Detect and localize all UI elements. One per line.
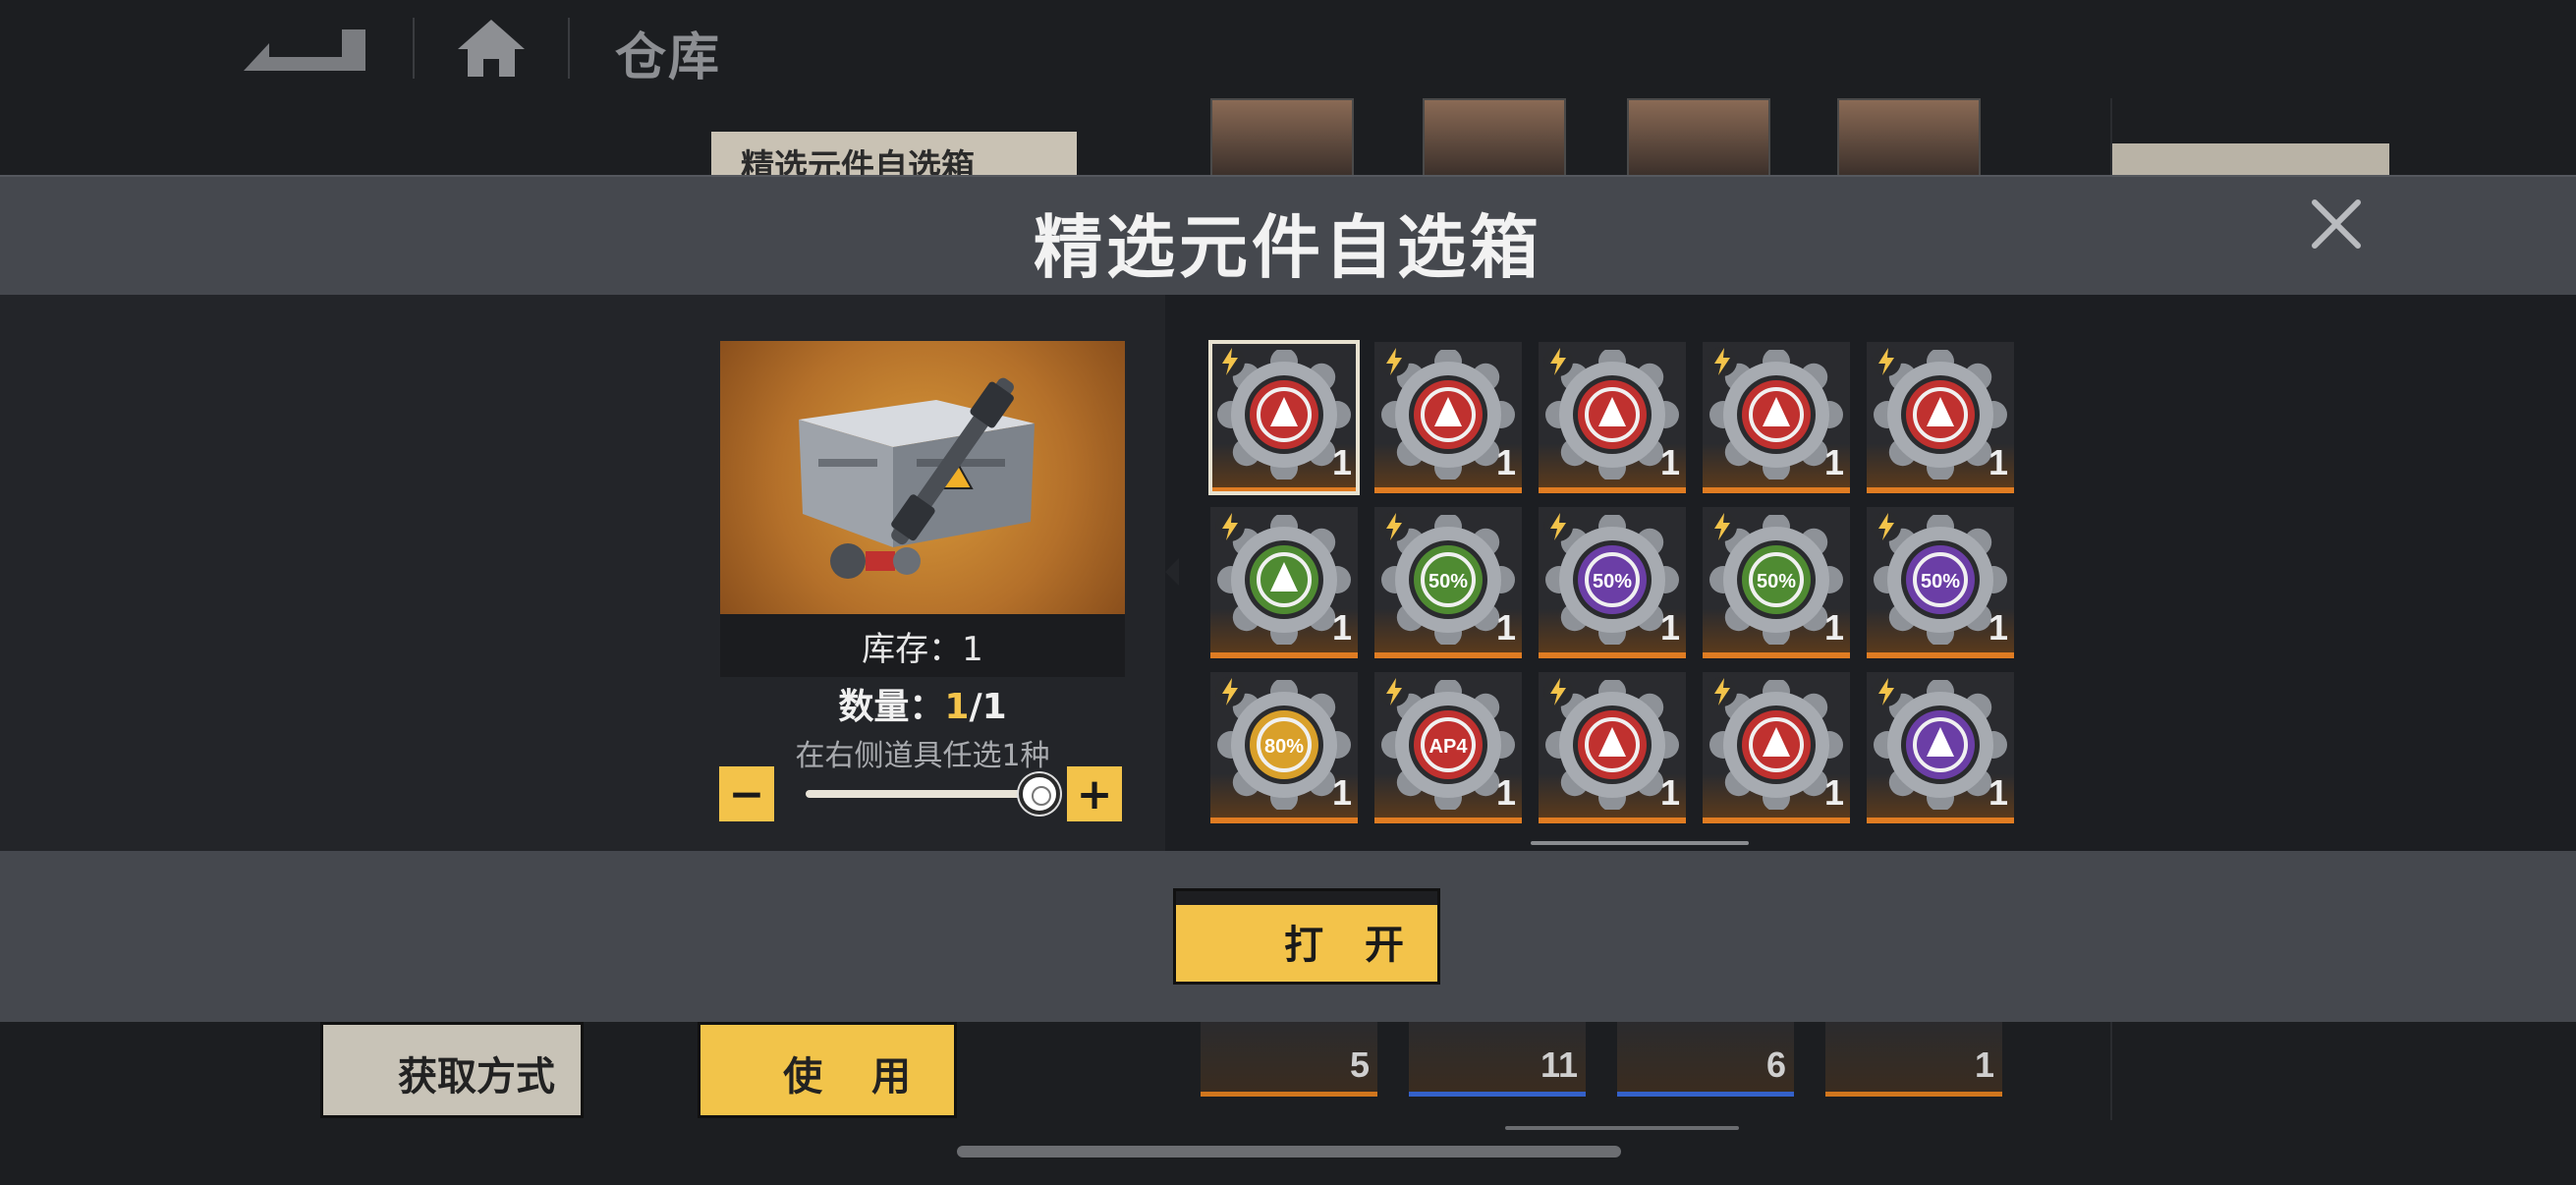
item-count: 1 xyxy=(1331,772,1352,813)
open-button[interactable]: 打 开 xyxy=(1173,888,1440,985)
item-count: 1 xyxy=(1495,772,1516,813)
lightning-icon xyxy=(1543,677,1573,706)
item-count: 1 xyxy=(1823,772,1844,813)
background-detail-panel xyxy=(2112,143,2389,177)
slider-handle[interactable] xyxy=(1019,773,1060,815)
lightning-icon xyxy=(1215,347,1245,376)
quantity-slider[interactable] xyxy=(806,790,1039,798)
get-method-button[interactable]: 获取方式 xyxy=(320,1022,584,1118)
item-slot[interactable]: 1 xyxy=(1539,672,1686,823)
scroll-indicator xyxy=(1531,841,1749,845)
item-slot[interactable]: 1 xyxy=(1867,672,2014,823)
background-character-card xyxy=(1210,98,1354,179)
background-item-slot[interactable]: 5 xyxy=(1201,1018,1377,1097)
open-button-label: 打 开 xyxy=(1284,923,1418,968)
divider xyxy=(413,18,415,79)
lightning-icon xyxy=(1543,512,1573,541)
item-slot[interactable]: 1 xyxy=(1539,342,1686,493)
lightning-icon xyxy=(1215,512,1245,541)
modal-title: 精选元件自选箱 xyxy=(1034,207,1542,288)
lightning-icon xyxy=(1872,677,1901,706)
item-count: 1 xyxy=(1331,442,1352,482)
lightning-icon xyxy=(1379,347,1409,376)
background-item-slot[interactable]: 11 xyxy=(1409,1018,1586,1097)
quantity-label: 数量： xyxy=(838,687,945,727)
module-label: 80% xyxy=(1264,736,1304,758)
lightning-icon xyxy=(1872,347,1901,376)
quantity-total: /1 xyxy=(969,687,1007,727)
lightning-icon xyxy=(1379,677,1409,706)
scroll-indicator xyxy=(1505,1126,1739,1130)
item-slot[interactable]: 1 xyxy=(1208,340,1360,495)
button-tag-strip xyxy=(1176,891,1437,905)
background-character-card xyxy=(1423,98,1566,179)
decrease-button[interactable]: − xyxy=(719,766,774,821)
back-arrow-icon[interactable] xyxy=(234,18,373,79)
item-count: 1 xyxy=(1495,442,1516,482)
item-slot[interactable]: 1 xyxy=(1210,507,1358,658)
item-count: 1 xyxy=(1823,442,1844,482)
background-character-card xyxy=(1837,98,1981,179)
item-slot[interactable]: 50% 1 xyxy=(1867,507,2014,658)
background-item-slot[interactable]: 1 xyxy=(1825,1018,2002,1097)
item-slot[interactable]: 1 xyxy=(1374,342,1522,493)
item-slot[interactable]: 1 xyxy=(1867,342,2014,493)
item-count: 1 xyxy=(1823,607,1844,648)
top-bar: 仓库 xyxy=(0,0,2576,98)
selection-hint: 在右侧道具任选1种 xyxy=(795,739,1050,773)
item-count: 1 xyxy=(1659,772,1680,813)
item-count: 1 xyxy=(1659,607,1680,648)
item-count: 1 xyxy=(1988,442,2008,482)
module-label: AP4 xyxy=(1429,736,1469,758)
background-item-slot[interactable]: 6 xyxy=(1617,1018,1794,1097)
increase-button[interactable]: + xyxy=(1067,766,1122,821)
divider xyxy=(568,18,570,79)
item-count: 1 xyxy=(1659,442,1680,482)
stock-count: 库存：1 xyxy=(720,614,1125,677)
lightning-icon xyxy=(1708,347,1737,376)
item-count: 1 xyxy=(1988,772,2008,813)
item-slot[interactable]: 1 xyxy=(1703,342,1850,493)
use-button[interactable]: 使 用 xyxy=(698,1022,957,1118)
item-slot[interactable]: 50% 1 xyxy=(1703,507,1850,658)
item-count: 1 xyxy=(1495,607,1516,648)
module-label: 50% xyxy=(1593,571,1632,592)
page-title: 仓库 xyxy=(615,28,722,87)
item-slot[interactable]: 50% 1 xyxy=(1374,507,1522,658)
lightning-icon xyxy=(1872,512,1901,541)
item-count: 1 xyxy=(1331,607,1352,648)
close-icon[interactable] xyxy=(2305,193,2368,255)
item-slot[interactable]: 50% 1 xyxy=(1539,507,1686,658)
module-label: 50% xyxy=(1757,571,1796,592)
panel-divider-arrow xyxy=(1165,558,1179,586)
background-character-card xyxy=(1627,98,1770,179)
background-tab-label: 精选元件自选箱 xyxy=(711,132,1077,187)
quantity-current: 1 xyxy=(944,687,970,727)
home-icon[interactable] xyxy=(454,14,529,83)
item-slot[interactable]: 1 xyxy=(1703,672,1850,823)
item-slot[interactable]: AP4 1 xyxy=(1374,672,1522,823)
module-label: 50% xyxy=(1428,571,1468,592)
lightning-icon xyxy=(1543,347,1573,376)
lightning-icon xyxy=(1708,677,1737,706)
home-indicator[interactable] xyxy=(957,1146,1621,1157)
lightning-icon xyxy=(1379,512,1409,541)
module-label: 50% xyxy=(1921,571,1960,592)
weapon-crate-icon xyxy=(799,377,1035,579)
item-slot[interactable]: 80% 1 xyxy=(1210,672,1358,823)
lightning-icon xyxy=(1708,512,1737,541)
item-count: 1 xyxy=(1988,607,2008,648)
crate-preview-image xyxy=(720,341,1125,614)
quantity-display: 数量：1/1 xyxy=(720,678,1125,729)
lightning-icon xyxy=(1215,677,1245,706)
